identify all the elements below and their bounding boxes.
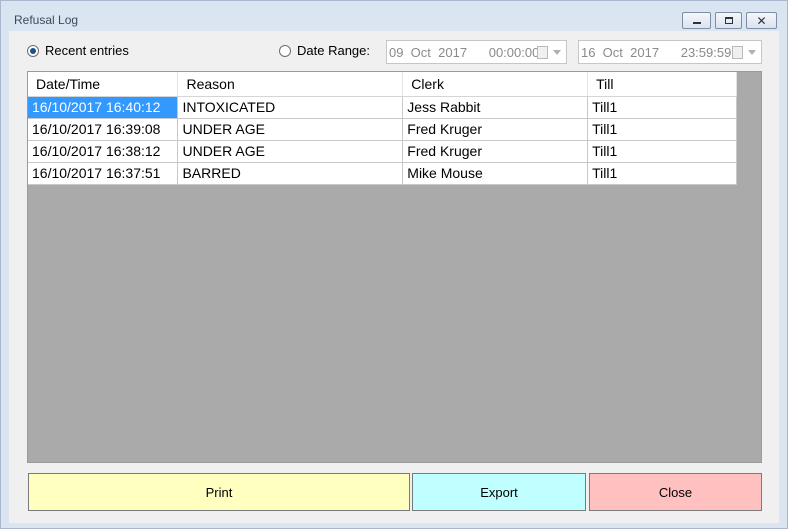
date-to-picker[interactable]: 16 Oct 2017 23:59:59: [578, 40, 762, 64]
column-header-till[interactable]: Till: [587, 72, 737, 97]
cell-reason[interactable]: UNDER AGE: [177, 118, 404, 141]
minimize-button[interactable]: [682, 12, 711, 29]
recent-entries-label: Recent entries: [45, 43, 129, 58]
table-row[interactable]: 16/10/2017 16:40:12 INTOXICATED Jess Rab…: [28, 96, 737, 119]
window-title: Refusal Log: [14, 13, 79, 27]
print-button[interactable]: Print: [28, 473, 410, 511]
date-from-picker[interactable]: 09 Oct 2017 00:00:00: [386, 40, 567, 64]
refusal-log-window: Refusal Log ✕ Recent entries Date Range:…: [0, 0, 788, 529]
export-button[interactable]: Export: [412, 473, 586, 511]
date-range-label: Date Range:: [297, 43, 370, 58]
calendar-icon[interactable]: [732, 46, 743, 59]
calendar-icon[interactable]: [537, 46, 548, 59]
cell-clerk[interactable]: Mike Mouse: [402, 162, 589, 185]
client-area: Recent entries Date Range: 09 Oct 2017 0…: [9, 31, 779, 523]
recent-entries-option[interactable]: Recent entries: [27, 43, 129, 58]
maximize-icon: [724, 17, 733, 24]
refusal-grid[interactable]: Date/Time Reason Clerk Till 16/10/2017 1…: [27, 71, 762, 463]
cell-reason[interactable]: BARRED: [177, 162, 404, 185]
column-header-datetime[interactable]: Date/Time: [28, 72, 179, 97]
cell-datetime[interactable]: 16/10/2017 16:39:08: [28, 118, 179, 141]
date-range-radio[interactable]: [279, 44, 291, 57]
cell-reason[interactable]: UNDER AGE: [177, 140, 404, 163]
date-range-option[interactable]: Date Range:: [279, 43, 370, 58]
chevron-down-icon[interactable]: [553, 50, 561, 55]
chevron-down-icon[interactable]: [748, 50, 756, 55]
cell-reason[interactable]: INTOXICATED: [177, 96, 404, 119]
refusal-table: Date/Time Reason Clerk Till 16/10/2017 1…: [28, 72, 737, 185]
cell-till[interactable]: Till1: [587, 140, 737, 163]
recent-entries-radio[interactable]: [27, 44, 39, 57]
cell-datetime[interactable]: 16/10/2017 16:37:51: [28, 162, 179, 185]
cell-till[interactable]: Till1: [587, 118, 737, 141]
close-button[interactable]: Close: [589, 473, 762, 511]
radio-selected-dot: [30, 47, 36, 54]
cell-till[interactable]: Till1: [587, 162, 737, 185]
table-row[interactable]: 16/10/2017 16:37:51 BARRED Mike Mouse Ti…: [28, 162, 737, 185]
print-button-label: Print: [205, 484, 233, 500]
cell-clerk[interactable]: Jess Rabbit: [402, 96, 589, 119]
maximize-button[interactable]: [715, 12, 742, 29]
table-row[interactable]: 16/10/2017 16:38:12 UNDER AGE Fred Kruge…: [28, 140, 737, 163]
close-icon: ✕: [756, 13, 767, 28]
cell-datetime[interactable]: 16/10/2017 16:40:12: [28, 96, 179, 119]
column-header-clerk[interactable]: Clerk: [402, 72, 589, 97]
title-bar[interactable]: Refusal Log ✕: [1, 1, 787, 31]
date-from-value: 09 Oct 2017 00:00:00: [389, 44, 540, 60]
cell-till[interactable]: Till1: [587, 96, 737, 119]
minimize-icon: [692, 22, 701, 24]
column-header-reason[interactable]: Reason: [177, 72, 404, 97]
table-header-row: Date/Time Reason Clerk Till: [28, 72, 737, 97]
date-to-value: 16 Oct 2017 23:59:59: [581, 44, 732, 60]
table-row[interactable]: 16/10/2017 16:39:08 UNDER AGE Fred Kruge…: [28, 118, 737, 141]
close-window-button[interactable]: ✕: [746, 12, 777, 29]
cell-datetime[interactable]: 16/10/2017 16:38:12: [28, 140, 179, 163]
close-button-label: Close: [658, 484, 693, 500]
cell-clerk[interactable]: Fred Kruger: [402, 140, 589, 163]
export-button-label: Export: [480, 484, 518, 500]
cell-clerk[interactable]: Fred Kruger: [402, 118, 589, 141]
